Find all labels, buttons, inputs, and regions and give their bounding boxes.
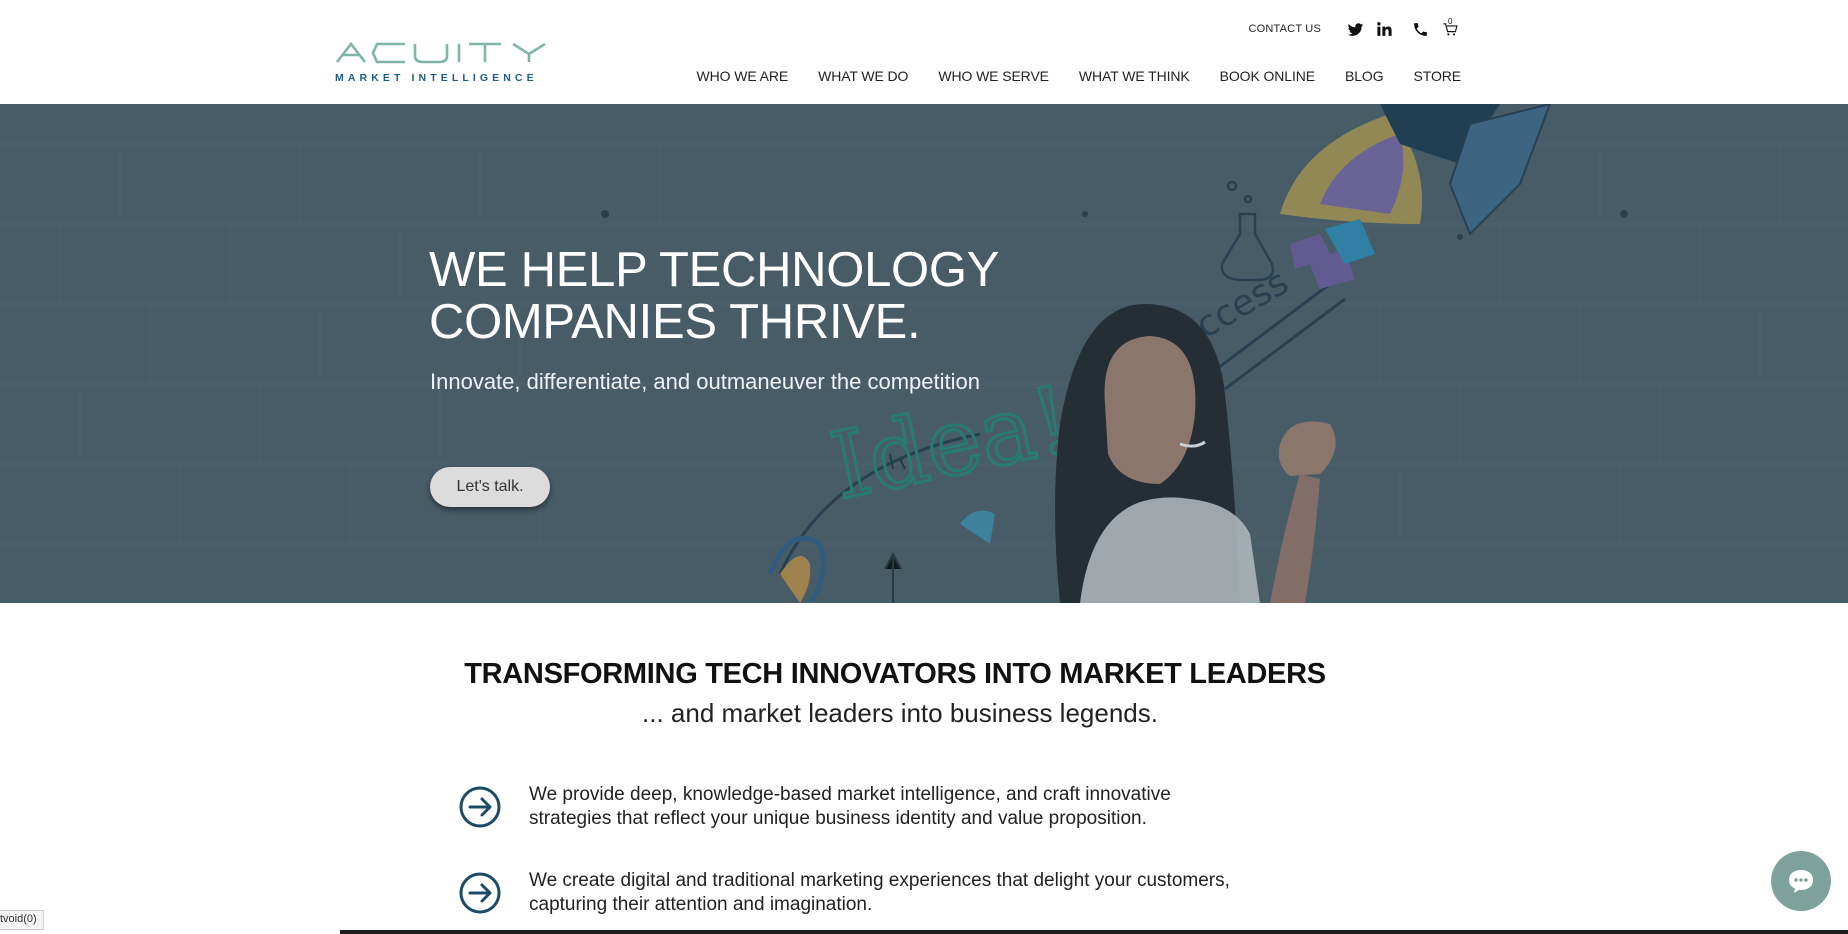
chat-button[interactable]	[1771, 851, 1831, 911]
logo-subtitle: MARKET INTELLIGENCE	[335, 72, 538, 84]
section-title: TRANSFORMING TECH INNOVATORS INTO MARKET…	[464, 658, 1326, 690]
logo[interactable]: MARKET INTELLIGENCE	[335, 40, 547, 84]
nav-who-we-serve[interactable]: WHO WE SERVE	[938, 68, 1049, 84]
nav-book-online[interactable]: BOOK ONLINE	[1220, 68, 1315, 84]
chat-bubble-icon	[1789, 870, 1813, 893]
main-nav: WHO WE ARE WHAT WE DO WHO WE SERVE WHAT …	[667, 68, 1462, 84]
bullet-line: We create digital and traditional market…	[529, 870, 1230, 891]
bottom-divider	[340, 930, 1848, 934]
arrow-circle-icon	[459, 786, 501, 828]
hero-illustration: ccess Idea!	[0, 104, 1848, 603]
site-header: MARKET INTELLIGENCE CONTACT US 0 WHO WE …	[0, 0, 1848, 104]
nav-blog[interactable]: BLOG	[1345, 68, 1384, 84]
list-item: We create digital and traditional market…	[459, 869, 1359, 917]
section-subtitle: ... and market leaders into business leg…	[642, 698, 1158, 728]
acuity-wordmark	[335, 41, 546, 64]
phone-icon[interactable]	[1411, 20, 1429, 38]
hero-title: WE HELP TECHNOLOGY COMPANIES THRIVE.	[429, 244, 999, 348]
utility-bar: CONTACT US 0	[1249, 17, 1460, 40]
cart-icon[interactable]: 0	[1441, 17, 1459, 38]
hero-title-line-1: WE HELP TECHNOLOGY	[429, 243, 1000, 297]
arrow-circle-icon	[459, 872, 501, 914]
bullet-line: We provide deep, knowledge-based market …	[529, 784, 1171, 805]
hero-banner: ccess Idea! WE HELP TECHNOLOGY COMPANIES…	[0, 104, 1848, 603]
cart-count: 0	[1448, 17, 1453, 26]
bullet-text: We create digital and traditional market…	[529, 869, 1230, 917]
bullet-line: strategies that reflect your unique busi…	[529, 808, 1147, 829]
nav-what-we-think[interactable]: WHAT WE THINK	[1079, 68, 1190, 84]
browser-status-bar: tvoid(0)	[0, 910, 44, 930]
nav-who-we-are[interactable]: WHO WE ARE	[697, 68, 789, 84]
twitter-icon[interactable]	[1346, 20, 1364, 38]
nav-what-we-do[interactable]: WHAT WE DO	[818, 68, 908, 84]
hero-subtitle: Innovate, differentiate, and outmaneuver…	[430, 369, 980, 394]
nav-store[interactable]: STORE	[1414, 68, 1462, 84]
bullet-text: We provide deep, knowledge-based market …	[529, 783, 1171, 831]
bullet-line: capturing their attention and imaginatio…	[529, 894, 873, 915]
contact-us-link[interactable]: CONTACT US	[1249, 23, 1322, 35]
linkedin-icon[interactable]	[1375, 20, 1393, 38]
list-item: We provide deep, knowledge-based market …	[459, 783, 1359, 831]
lets-talk-button[interactable]: Let's talk.	[430, 467, 550, 507]
hero-title-line-2: COMPANIES THRIVE.	[429, 295, 921, 349]
